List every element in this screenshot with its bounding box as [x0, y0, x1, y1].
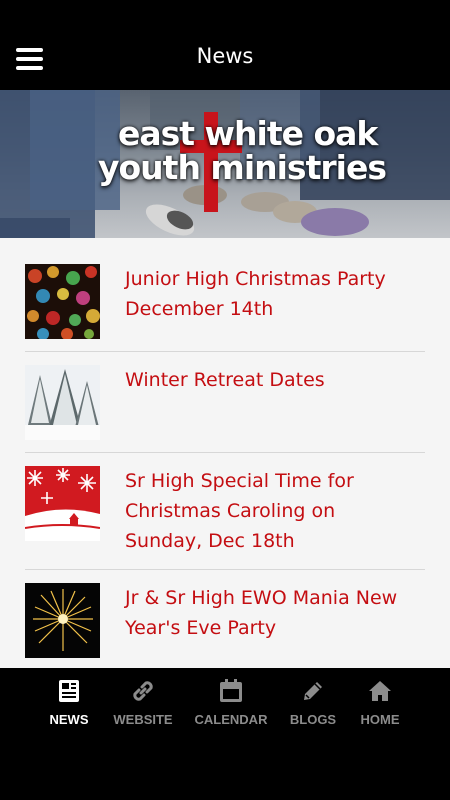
tab-blogs[interactable]: BLOGS	[288, 678, 338, 727]
home-icon	[369, 681, 391, 701]
app-screen: News east white oak youth ministries Jun…	[0, 0, 450, 800]
tab-news[interactable]: NEWS	[44, 678, 94, 727]
news-list: Junior High Christmas Party December 14t…	[0, 238, 450, 668]
news-item-christmas-party[interactable]: Junior High Christmas Party December 14t…	[25, 262, 425, 352]
news-item-winter-retreat[interactable]: Winter Retreat Dates	[25, 352, 425, 453]
link-icon	[133, 681, 153, 701]
tab-website[interactable]: WEBSITE	[110, 678, 176, 727]
news-item-title: Sr High Special Time for Christmas Carol…	[125, 470, 354, 552]
app-header: News	[0, 0, 450, 90]
calendar-icon	[220, 679, 242, 702]
news-item-new-years-party[interactable]: Jr & Sr High EWO Mania New Year's Eve Pa…	[25, 570, 425, 668]
pencil-icon	[304, 682, 322, 700]
bottom-tab-bar: NEWS WEBSITE CALENDAR BLOGS HOME	[0, 668, 450, 800]
red-snowflakes-thumbnail	[25, 466, 100, 541]
tab-label: NEWS	[49, 712, 89, 727]
fireworks-thumbnail	[25, 583, 100, 658]
banner-title-line2: youth ministries	[98, 148, 387, 187]
tab-label: CALENDAR	[194, 712, 268, 727]
banner-image: east white oak youth ministries	[0, 90, 450, 238]
snowy-trees-thumbnail	[25, 365, 100, 440]
page-title: News	[196, 44, 254, 68]
tab-label: HOME	[360, 712, 400, 727]
bokeh-lights-thumbnail	[25, 264, 100, 339]
tab-home[interactable]: HOME	[356, 678, 404, 727]
news-item-title: Jr & Sr High EWO Mania New Year's Eve Pa…	[125, 587, 398, 639]
tab-label: WEBSITE	[113, 712, 173, 727]
news-item-caroling[interactable]: Sr High Special Time for Christmas Carol…	[25, 453, 425, 570]
tab-label: BLOGS	[289, 712, 337, 727]
newspaper-icon	[59, 680, 79, 702]
tab-calendar[interactable]: CALENDAR	[194, 678, 268, 727]
news-item-title: Winter Retreat Dates	[125, 369, 325, 391]
news-item-title: Junior High Christmas Party December 14t…	[125, 268, 386, 320]
